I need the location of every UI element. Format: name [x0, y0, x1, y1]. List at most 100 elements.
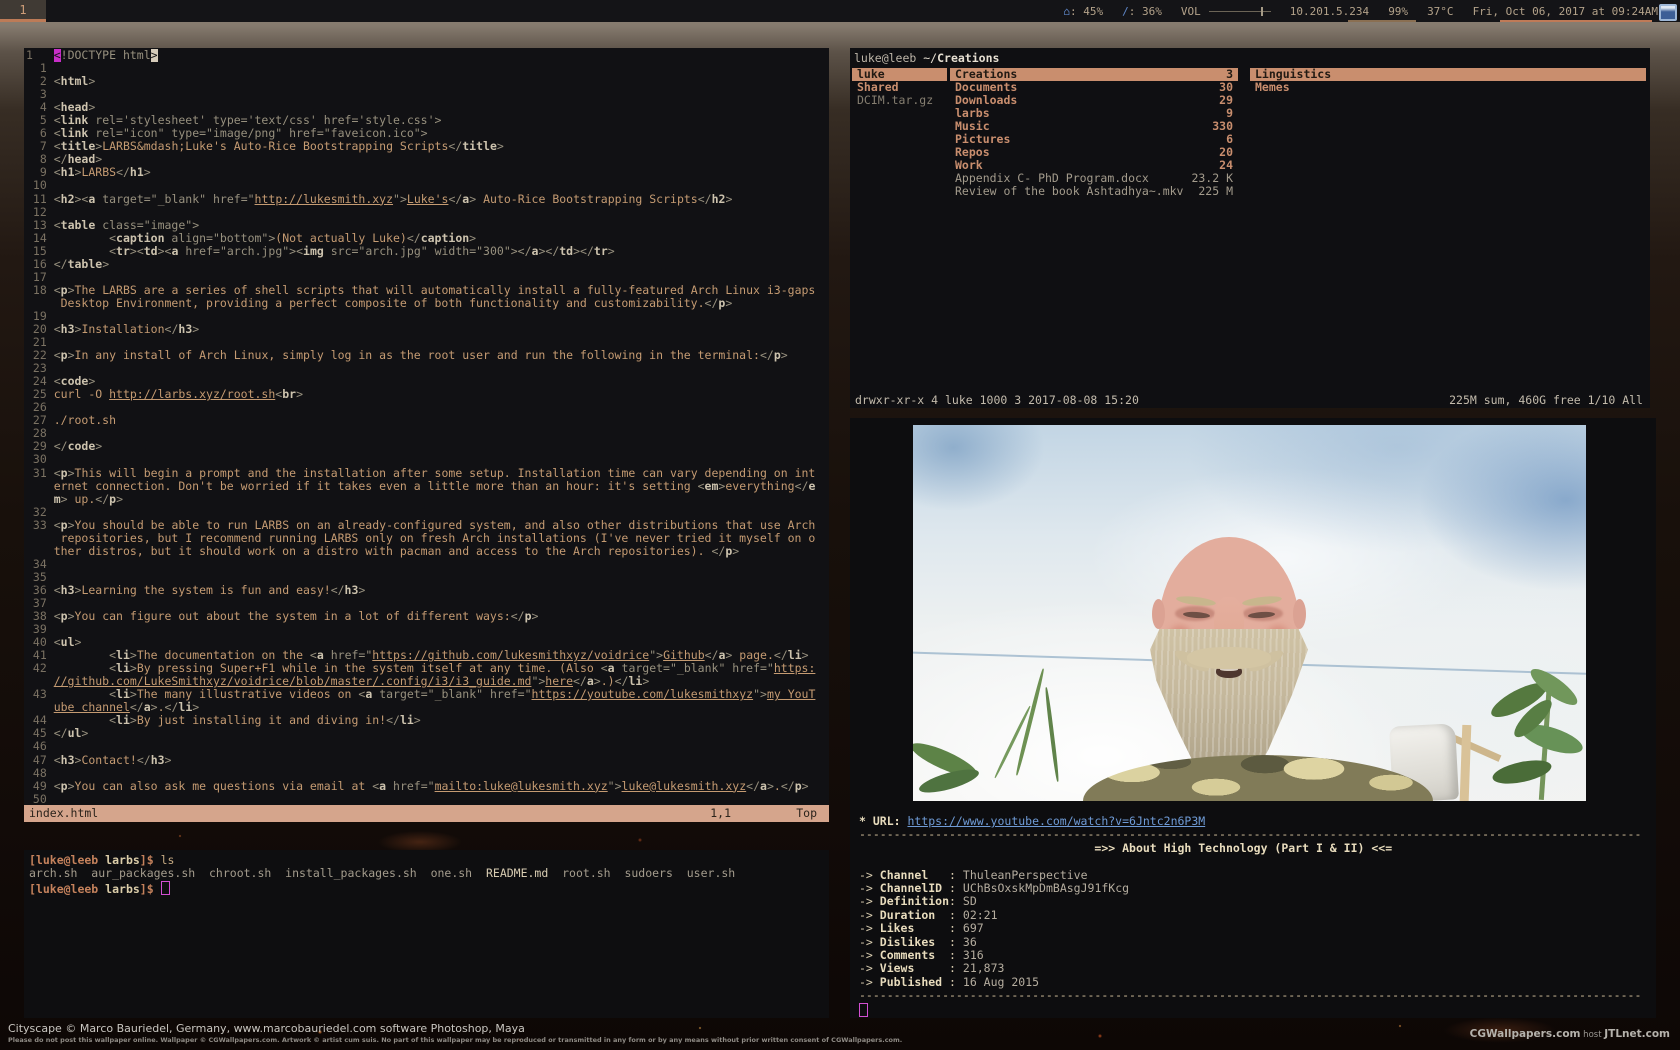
- file-row[interactable]: Review of the book Ashtadhya~.mkv225 M: [950, 185, 1238, 198]
- code-line[interactable]: 39: [26, 623, 829, 636]
- volume-slider-handle[interactable]: [1261, 7, 1263, 16]
- code-line[interactable]: 15 <tr><td><a href="arch.jpg"><img src="…: [26, 245, 829, 258]
- code-line[interactable]: 28: [26, 427, 829, 440]
- code-line[interactable]: 23: [26, 362, 829, 375]
- plant-right: [1488, 670, 1586, 801]
- ranger-main-column[interactable]: Creations3Documents30Downloads29larbs9Mu…: [950, 68, 1238, 198]
- code-line[interactable]: 20 <h3>Installation</h3>: [26, 323, 829, 336]
- workspace-button[interactable]: 1: [0, 0, 46, 22]
- code-line[interactable]: 14 <caption align="bottom">(Not actually…: [26, 232, 829, 245]
- wallpaper-disclaimer: Please do not post this wallpaper online…: [8, 1036, 902, 1044]
- code-line[interactable]: repositories, but I recommend running LA…: [26, 532, 829, 545]
- terminal-line: arch.sh aur_packages.sh chroot.sh instal…: [29, 867, 827, 880]
- root-disk-block: /: 36%: [1122, 5, 1162, 18]
- code-line[interactable]: 45 </ul>: [26, 727, 829, 740]
- code-line[interactable]: 29 </code>: [26, 440, 829, 453]
- code-line[interactable]: //github.com/LukeSmithxyz/voidrice/blob/…: [26, 675, 829, 688]
- code-line[interactable]: 32: [26, 506, 829, 519]
- file-row[interactable]: DCIM.tar.gz: [852, 94, 947, 107]
- status-bar-blocks: ⌂: 45% /: 36% VOL 10.201.5.234 99% 37°C …: [1063, 0, 1658, 22]
- code-line[interactable]: 49 <p>You can also ask me questions via …: [26, 780, 829, 793]
- code-line[interactable]: 26: [26, 401, 829, 414]
- code-line[interactable]: 44 <li>By just installing it and diving …: [26, 714, 829, 727]
- directory-row[interactable]: luke: [852, 68, 947, 81]
- directory-row[interactable]: Memes: [1250, 81, 1646, 94]
- code-line[interactable]: 10: [26, 179, 829, 192]
- terminal-line: =>> About High Technology (Part I & II) …: [859, 842, 1652, 855]
- code-line[interactable]: ther distros, but it should work on a di…: [26, 545, 829, 558]
- vim-editor-window[interactable]: 1 <!DOCTYPE html> 1 2 <html> 3 4 <head> …: [24, 48, 829, 822]
- ranger-parent-column[interactable]: lukeSharedDCIM.tar.gz: [852, 68, 947, 107]
- code-line[interactable]: 19: [26, 310, 829, 323]
- terminal-line: [859, 1003, 1652, 1018]
- code-line[interactable]: 30: [26, 453, 829, 466]
- vim-cursor-position: 1,1: [710, 805, 731, 822]
- directory-row[interactable]: larbs9: [950, 107, 1238, 120]
- directory-row[interactable]: Downloads29: [950, 94, 1238, 107]
- code-line[interactable]: 18 <p>The LARBS are a series of shell sc…: [26, 284, 829, 297]
- code-line[interactable]: 46: [26, 740, 829, 753]
- terminal-line: * URL: https://www.youtube.com/watch?v=6…: [859, 815, 1652, 828]
- code-line[interactable]: 1 <!DOCTYPE html>: [26, 49, 829, 62]
- code-line[interactable]: ernet connection. Don't be worried if it…: [26, 480, 829, 493]
- code-line[interactable]: 50: [26, 793, 829, 806]
- directory-row[interactable]: Work24: [950, 159, 1238, 172]
- code-line[interactable]: 31 <p>This will begin a prompt and the i…: [26, 467, 829, 480]
- directory-row[interactable]: Documents30: [950, 81, 1238, 94]
- code-line[interactable]: 35: [26, 571, 829, 584]
- code-line[interactable]: 16 </table>: [26, 258, 829, 271]
- terminal-window[interactable]: [luke@leeb larbs]$ lsarch.sh aur_package…: [24, 850, 829, 1018]
- terminal-line: -> Dislikes : 36: [859, 936, 1652, 949]
- wallpaper-credit: Cityscape © Marco Bauriedel, Germany, ww…: [8, 1022, 902, 1044]
- code-line[interactable]: 7 <title>LARBS&mdash;Luke's Auto-Rice Bo…: [26, 140, 829, 153]
- directory-row[interactable]: Creations3: [950, 68, 1238, 81]
- code-line[interactable]: 6 <link rel="icon" type="image/png" href…: [26, 127, 829, 140]
- ranger-preview-column[interactable]: LinguisticsMemes: [1250, 68, 1646, 94]
- code-line[interactable]: 47 <h3>Contact!</h3>: [26, 754, 829, 767]
- code-line[interactable]: 3: [26, 88, 829, 101]
- code-line[interactable]: ube channel</a>.</li>: [26, 701, 829, 714]
- code-line[interactable]: 25 curl -O http://larbs.xyz/root.sh<br>: [26, 388, 829, 401]
- code-line[interactable]: 11 <h2><a target="_blank" href="http://l…: [26, 193, 829, 206]
- code-line[interactable]: 12: [26, 206, 829, 219]
- ranger-file-manager[interactable]: luke@leeb ~/Creations lukeSharedDCIM.tar…: [850, 48, 1650, 408]
- code-line[interactable]: 22 <p>In any install of Arch Linux, simp…: [26, 349, 829, 362]
- terminal-line: [luke@leeb larbs]$: [29, 881, 827, 896]
- directory-row[interactable]: Music330: [950, 120, 1238, 133]
- code-line[interactable]: 40 <ul>: [26, 636, 829, 649]
- directory-row[interactable]: Repos20: [950, 146, 1238, 159]
- code-line[interactable]: 9 <h1>LARBS</h1>: [26, 166, 829, 179]
- code-line[interactable]: m> up.</p>: [26, 493, 829, 506]
- directory-row[interactable]: Pictures6: [950, 133, 1238, 146]
- video-terminal-window[interactable]: * URL: https://www.youtube.com/watch?v=6…: [850, 418, 1656, 1018]
- code-line[interactable]: Desktop Environment, providing a perfect…: [26, 297, 829, 310]
- code-line[interactable]: 8 </head>: [26, 153, 829, 166]
- code-line[interactable]: 5 <link rel='stylesheet' type='text/css'…: [26, 114, 829, 127]
- directory-row[interactable]: Linguistics: [1250, 68, 1646, 81]
- code-line[interactable]: 43 <li>The many illustrative videos on <…: [26, 688, 829, 701]
- code-line[interactable]: 41 <li>The documentation on the <a href=…: [26, 649, 829, 662]
- code-line[interactable]: 36 <h3>Learning the system is fun and ea…: [26, 584, 829, 597]
- vim-buffer[interactable]: 1 <!DOCTYPE html> 1 2 <html> 3 4 <head> …: [26, 49, 829, 806]
- volume-slider[interactable]: [1209, 11, 1271, 12]
- code-line[interactable]: 21: [26, 336, 829, 349]
- mpv-video[interactable]: [913, 425, 1586, 801]
- code-line[interactable]: 4 <head>: [26, 101, 829, 114]
- code-line[interactable]: 27 ./root.sh: [26, 414, 829, 427]
- code-line[interactable]: 48: [26, 767, 829, 780]
- directory-row[interactable]: Shared: [852, 81, 947, 94]
- code-line[interactable]: 1: [26, 62, 829, 75]
- code-line[interactable]: 33 <p>You should be able to run LARBS on…: [26, 519, 829, 532]
- cpu-temperature: 37°C: [1427, 5, 1454, 18]
- code-line[interactable]: 24 <code>: [26, 375, 829, 388]
- file-row[interactable]: Appendix C- PhD Program.docx23.2 K: [950, 172, 1238, 185]
- code-line[interactable]: 37: [26, 597, 829, 610]
- code-line[interactable]: 42 <li>By pressing Super+F1 while in the…: [26, 662, 829, 675]
- systray-monitor-icon[interactable]: [1659, 4, 1677, 21]
- code-line[interactable]: 2 <html>: [26, 75, 829, 88]
- battery-level: 99%: [1388, 5, 1408, 18]
- code-line[interactable]: 34: [26, 558, 829, 571]
- code-line[interactable]: 13 <table class="image">: [26, 219, 829, 232]
- code-line[interactable]: 38 <p>You can figure out about the syste…: [26, 610, 829, 623]
- code-line[interactable]: 17: [26, 271, 829, 284]
